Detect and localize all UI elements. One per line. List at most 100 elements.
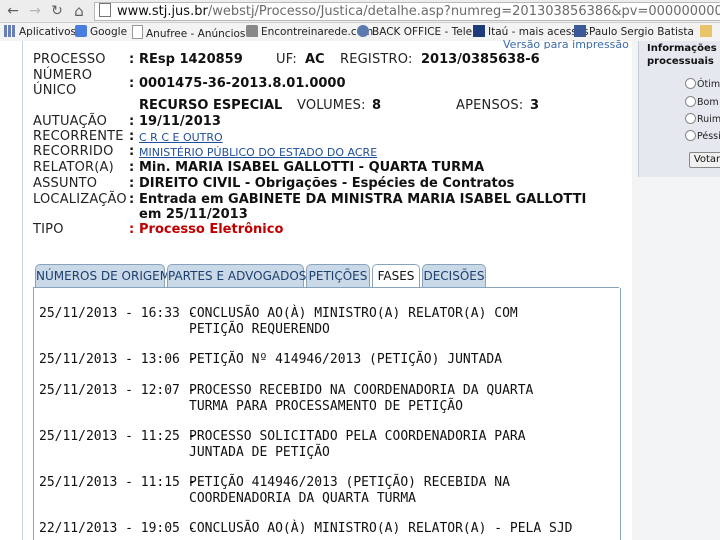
fase-entry: 22/11/2013 - 19:05 - CONCLUSÃO AO(À) MIN… (39, 521, 573, 537)
autuacao-value: 19/11/2013 (139, 114, 221, 129)
bookmark-apps[interactable]: Aplicativos (4, 25, 76, 39)
label-autuacao: AUTUAÇÃO (33, 114, 108, 129)
page-icon (132, 25, 143, 39)
radio-pessimo[interactable] (685, 130, 696, 141)
fase-description-line1: PETIÇÃO 414946/2013 (PETIÇÃO) RECEBIDA N… (189, 475, 510, 490)
fase-description-line1: CONCLUSÃO AO(À) MINISTRO(A) RELATOR(A) C… (189, 306, 518, 321)
label-recorrido: RECORRIDO (33, 144, 114, 159)
fase-entry: 25/11/2013 - 12:07 - PROCESSO RECEBIDO N… (39, 383, 533, 414)
uf-value: AC (305, 52, 325, 67)
processo-value: REsp 1420859 (139, 52, 243, 67)
fase-datetime: 25/11/2013 - 11:25 - (39, 429, 196, 444)
localizacao-line1: Entrada em GABINETE DA MINISTRA MARIA IS… (139, 192, 587, 207)
home-icon[interactable]: ⌂ (70, 2, 88, 20)
radio-ruim[interactable] (685, 113, 696, 124)
google-icon (75, 25, 87, 37)
colon: : (129, 160, 135, 175)
label-apensos: APENSOS: (456, 98, 524, 113)
fase-description-line2: JUNTADA DE PETIÇÃO (189, 445, 330, 460)
classe-value: RECURSO ESPECIAL (139, 98, 283, 113)
label-registro: REGISTRO: (340, 52, 413, 67)
fase-datetime: 25/11/2013 - 12:07 - (39, 383, 196, 398)
apps-grid-icon (4, 25, 16, 37)
url-path: /webstj/Processo/Justica/detalhe.asp?num… (207, 4, 720, 19)
tab-peticoes[interactable]: PETIÇÕES (306, 264, 370, 288)
label-assunto: ASSUNTO (33, 176, 98, 191)
radio-bom[interactable] (685, 96, 696, 107)
site-icon (246, 25, 258, 37)
radio-otimo[interactable] (685, 78, 696, 89)
colon: : (129, 144, 135, 159)
fase-description-line2: TURMA PARA PROCESSAMENTO DE PETIÇÃO (189, 399, 463, 414)
browser-toolbar: ← → ↻ ⌂ www.stj.jus.br/webstj/Processo/J… (0, 0, 720, 23)
bookmark-folder[interactable] (700, 25, 715, 39)
print-version-link[interactable]: Versão para impressão (503, 38, 629, 49)
colon: : (129, 222, 135, 237)
recorrente-link[interactable]: C R C E OUTRO (139, 131, 223, 144)
bookmark-backoffice[interactable]: BACK OFFICE - Tele... (357, 25, 482, 39)
label-numero: NÚMERO (33, 68, 93, 83)
survey-title: Informações processuais (647, 43, 717, 67)
colon: : (129, 129, 135, 144)
fase-description-line1: PETIÇÃO Nº 414946/2013 (PETIÇÃO) JUNTADA (189, 352, 503, 367)
label-recorrente: RECORRENTE (33, 129, 124, 144)
site-icon (357, 25, 369, 37)
colon: : (129, 192, 135, 207)
bookmark-paulo[interactable]: Paulo Sergio Batista (574, 25, 694, 39)
tab-numeros-de-origem[interactable]: NÚMEROS DE ORIGEM (35, 264, 170, 288)
address-bar[interactable]: www.stj.jus.br/webstj/Processo/Justica/d… (94, 2, 720, 21)
bookmark-google[interactable]: Google (75, 25, 127, 39)
fase-entry: 25/11/2013 - 11:25 - PROCESSO SOLICITADO… (39, 429, 526, 460)
recorrido-link[interactable]: MINISTÉRIO PÚBLICO DO ESTADO DO ACRE (139, 146, 377, 159)
fase-entry: 25/11/2013 - 11:15 - PETIÇÃO 414946/2013… (39, 475, 510, 506)
tab-decisoes[interactable]: DECISÕES (422, 264, 486, 288)
fase-description-line1: CONCLUSÃO AO(À) MINISTRO(A) RELATOR(A) -… (189, 521, 573, 536)
tab-partes-e-advogados[interactable]: PARTES E ADVOGADOS (167, 264, 306, 288)
option-label: Bom (697, 97, 719, 108)
vote-button[interactable]: Votar (689, 152, 720, 168)
option-label: Ruim (697, 114, 720, 125)
colon: : (129, 52, 135, 67)
numero-unico-value: 0001475-36-2013.8.01.0000 (139, 76, 346, 91)
forward-arrow-icon[interactable]: → (26, 2, 44, 20)
bookmark-anufree[interactable]: Anufree - Anúncios ... (132, 25, 259, 41)
back-arrow-icon[interactable]: ← (4, 2, 22, 20)
localizacao-line2: em 25/11/2013 (139, 207, 248, 222)
page-icon (99, 3, 111, 17)
fase-datetime: 22/11/2013 - 19:05 - (39, 521, 196, 536)
itau-icon (473, 25, 485, 37)
assunto-value: DIREITO CIVIL - Obrigações - Espécies de… (139, 176, 515, 191)
fase-datetime: 25/11/2013 - 13:06 - (39, 352, 196, 367)
right-sidebar: Informações processuais Ótimo Bom Ruim P… (632, 41, 720, 540)
volumes-value: 8 (372, 98, 382, 113)
fase-description-line2: COORDENADORIA DA QUARTA TURMA (189, 491, 416, 506)
colon: : (129, 76, 135, 91)
colon: : (129, 114, 135, 129)
folder-icon (700, 25, 712, 37)
fase-description-line1: PROCESSO SOLICITADO PELA COORDENADORIA P… (189, 429, 526, 444)
colon: : (129, 176, 135, 191)
option-label: Ótimo (697, 79, 720, 90)
fase-description-line1: PROCESSO RECEBIDO NA COORDENADORIA DA QU… (189, 383, 534, 398)
relator-value: Min. MARIA ISABEL GALLOTTI - QUARTA TURM… (139, 160, 485, 175)
label-processo: PROCESSO (33, 52, 106, 67)
facebook-icon (574, 25, 586, 37)
label-relator: RELATOR(A) (33, 160, 114, 175)
tab-fases[interactable]: FASES (372, 264, 420, 289)
bookmark-itau[interactable]: Itaú - mais acessos (473, 25, 589, 39)
reload-icon[interactable]: ↻ (48, 2, 66, 20)
fase-description-line2: PETIÇÃO REQUERENDO (189, 322, 330, 337)
survey-box: Informações processuais Ótimo Bom Ruim P… (638, 41, 720, 177)
apensos-value: 3 (530, 98, 540, 113)
fase-entry: 25/11/2013 - 13:06 - PETIÇÃO Nº 414946/2… (39, 352, 502, 368)
label-unico: ÚNICO (33, 83, 77, 98)
option-label: Péssimo (697, 131, 720, 142)
url-host: www.stj.jus.br (117, 4, 208, 19)
page-divider (22, 41, 23, 540)
label-tipo: TIPO (33, 222, 64, 237)
registro-value: 2013/0385638-6 (421, 52, 540, 67)
label-localizacao: LOCALIZAÇÃO (33, 192, 127, 207)
fase-datetime: 25/11/2013 - 11:15 - (39, 475, 196, 490)
bookmark-encontreinarede[interactable]: Encontreinarede.com (246, 25, 373, 39)
label-volumes: VOLUMES: (297, 98, 366, 113)
